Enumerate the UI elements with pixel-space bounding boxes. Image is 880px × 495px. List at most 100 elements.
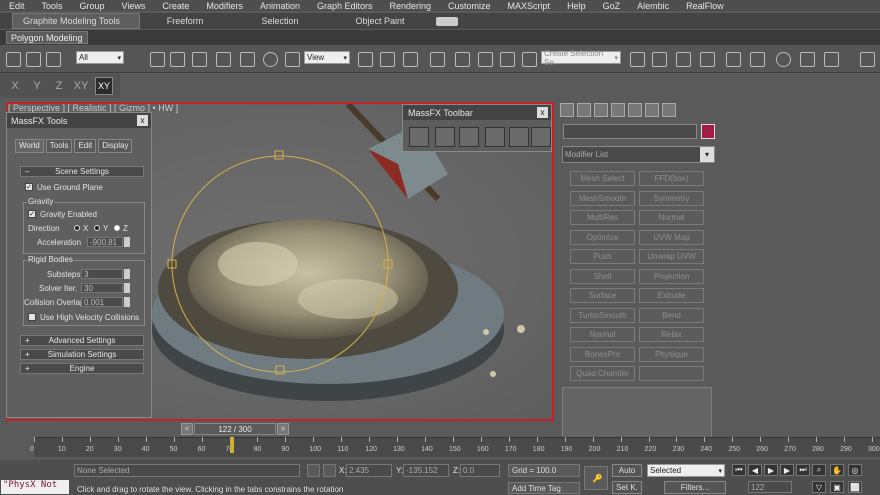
align-icon[interactable] [652,52,667,67]
goto-end-icon[interactable]: ⏭ [796,464,810,476]
modifier-button[interactable]: Projection [639,268,704,284]
orbit-icon[interactable]: ◎ [848,464,862,476]
redo-icon[interactable] [26,52,41,67]
menu-edit[interactable]: Edit [0,1,33,11]
direction-x-radio[interactable] [74,225,80,231]
rollout-engine[interactable]: + Engine [20,363,144,374]
direction-z-radio[interactable] [114,225,120,231]
modifier-button[interactable]: MultiRes [570,210,635,225]
x-coord-input[interactable]: 2.435 [346,464,392,477]
modifier-button[interactable]: Quad Chamfer [570,366,635,381]
hierarchy-tab-icon[interactable] [594,103,608,117]
modifier-button[interactable]: FFD(box) [639,171,704,186]
zoom-extents-icon[interactable]: ▣ [830,481,844,493]
tab-edit[interactable]: Edit [74,139,97,153]
key-filters-button[interactable]: Filters... [664,481,726,494]
goto-start-icon[interactable]: ⏮ [732,464,746,476]
fov-icon[interactable]: ▽ [812,481,826,493]
direction-y-radio[interactable] [94,225,100,231]
modifier-button[interactable]: TurboSmooth [570,307,635,323]
add-time-tag-button[interactable]: Add Time Tag [508,482,580,494]
collision-overlap-spinner[interactable] [124,297,130,307]
scale-icon[interactable] [285,52,300,67]
keyboard-shortcut-icon[interactable] [403,52,418,67]
link-icon[interactable] [46,52,61,67]
reset-simulation-icon[interactable] [485,127,505,147]
menu-views[interactable]: Views [113,1,154,11]
menu-alembic[interactable]: Alembic [628,1,677,11]
snap-toggle-icon[interactable] [430,52,445,67]
close-icon[interactable]: x [137,115,148,126]
z-coord-input[interactable]: 0.0 [460,464,500,477]
cloth-icon[interactable] [459,127,479,147]
menu-modifiers[interactable]: Modifiers [197,1,251,11]
solver-iter-spinner[interactable] [124,283,130,293]
modifier-button[interactable]: Unwrap UVW [639,249,704,264]
modifier-button[interactable]: Normal [639,210,704,225]
mirror-icon[interactable] [630,52,645,67]
tab-polygon-modeling[interactable]: Polygon Modeling [6,31,88,44]
prev-frame-icon[interactable]: ◀ [748,464,762,476]
render-icon[interactable] [860,52,875,67]
create-tab-icon[interactable] [560,103,574,117]
axis-xy-active-button[interactable]: XY [95,77,113,95]
zoom-icon[interactable]: ⌕ [812,464,826,476]
tab-world[interactable]: World [15,139,44,153]
curve-editor-icon[interactable] [726,52,741,67]
rendered-frame-icon[interactable] [824,52,839,67]
modifier-button[interactable]: Extrude [639,288,704,303]
tab-object-paint[interactable]: Object Paint [330,13,430,29]
menu-animation[interactable]: Animation [251,1,308,11]
rotate-icon[interactable] [263,52,278,67]
gravity-enabled-checkbox[interactable]: ✓ [28,210,36,218]
display-tab-icon[interactable] [628,103,642,117]
tab-tools[interactable]: Tools [45,139,73,153]
time-prev-button[interactable]: < [181,423,193,435]
menu-create[interactable]: Create [153,1,197,11]
modifier-button[interactable]: Normal [570,327,635,342]
menu-goz[interactable]: GoZ [594,1,629,11]
rollout-advanced-settings[interactable]: + Advanced Settings [20,335,144,346]
selection-filter-select[interactable]: All [76,51,124,64]
substeps-input[interactable]: 3 [81,269,123,279]
modifier-button[interactable]: Shell [570,268,635,284]
next-frame-icon[interactable]: ▶ [780,464,794,476]
modifier-button[interactable]: Surface [570,288,635,303]
play-simulation-icon[interactable] [509,127,529,147]
move-icon[interactable] [240,52,255,67]
rollout-simulation-settings[interactable]: + Simulation Settings [20,349,144,360]
percent-snap-icon[interactable] [478,52,493,67]
pan-icon[interactable]: ✋ [830,464,844,476]
pivot-icon[interactable] [358,52,373,67]
tab-display[interactable]: Display [98,139,133,153]
modifier-button[interactable]: Mesh Select [570,171,635,186]
modify-tab-icon[interactable] [577,103,591,117]
motion-tab-icon[interactable] [611,103,625,117]
absolute-mode-icon[interactable] [323,464,336,477]
axis-x-button[interactable]: X [6,77,24,95]
acceleration-spinner[interactable] [124,237,130,247]
playhead[interactable] [230,437,234,453]
use-ground-plane-checkbox[interactable]: ✓ [25,183,33,191]
graphite-toggle-icon[interactable] [700,52,715,67]
play-icon[interactable]: ▶ [764,464,778,476]
menu-realflow[interactable]: RealFlow [677,1,732,11]
y-coord-input[interactable]: -135.152 [403,464,449,477]
acceleration-input[interactable]: -900.81 [87,237,123,247]
high-velocity-checkbox[interactable] [28,313,36,321]
select-manipulate-icon[interactable] [380,52,395,67]
select-by-name-icon[interactable] [170,52,185,67]
ribbon-options-dropdown[interactable] [436,16,458,26]
select-object-icon[interactable] [150,52,165,67]
modifier-button[interactable]: MeshSmooth [570,190,635,206]
angle-snap-icon[interactable] [455,52,470,67]
modifier-button[interactable]: Push [570,249,635,264]
tab-freeform[interactable]: Freeform [140,13,230,29]
modifier-button[interactable]: UVW Map [639,229,704,245]
modifier-button[interactable]: BonesPro [570,346,635,362]
axis-z-button[interactable]: Z [50,77,68,95]
edit-named-selection-icon[interactable] [522,52,537,67]
render-setup-icon[interactable] [800,52,815,67]
schematic-view-icon[interactable] [750,52,765,67]
material-editor-icon[interactable] [776,52,791,67]
